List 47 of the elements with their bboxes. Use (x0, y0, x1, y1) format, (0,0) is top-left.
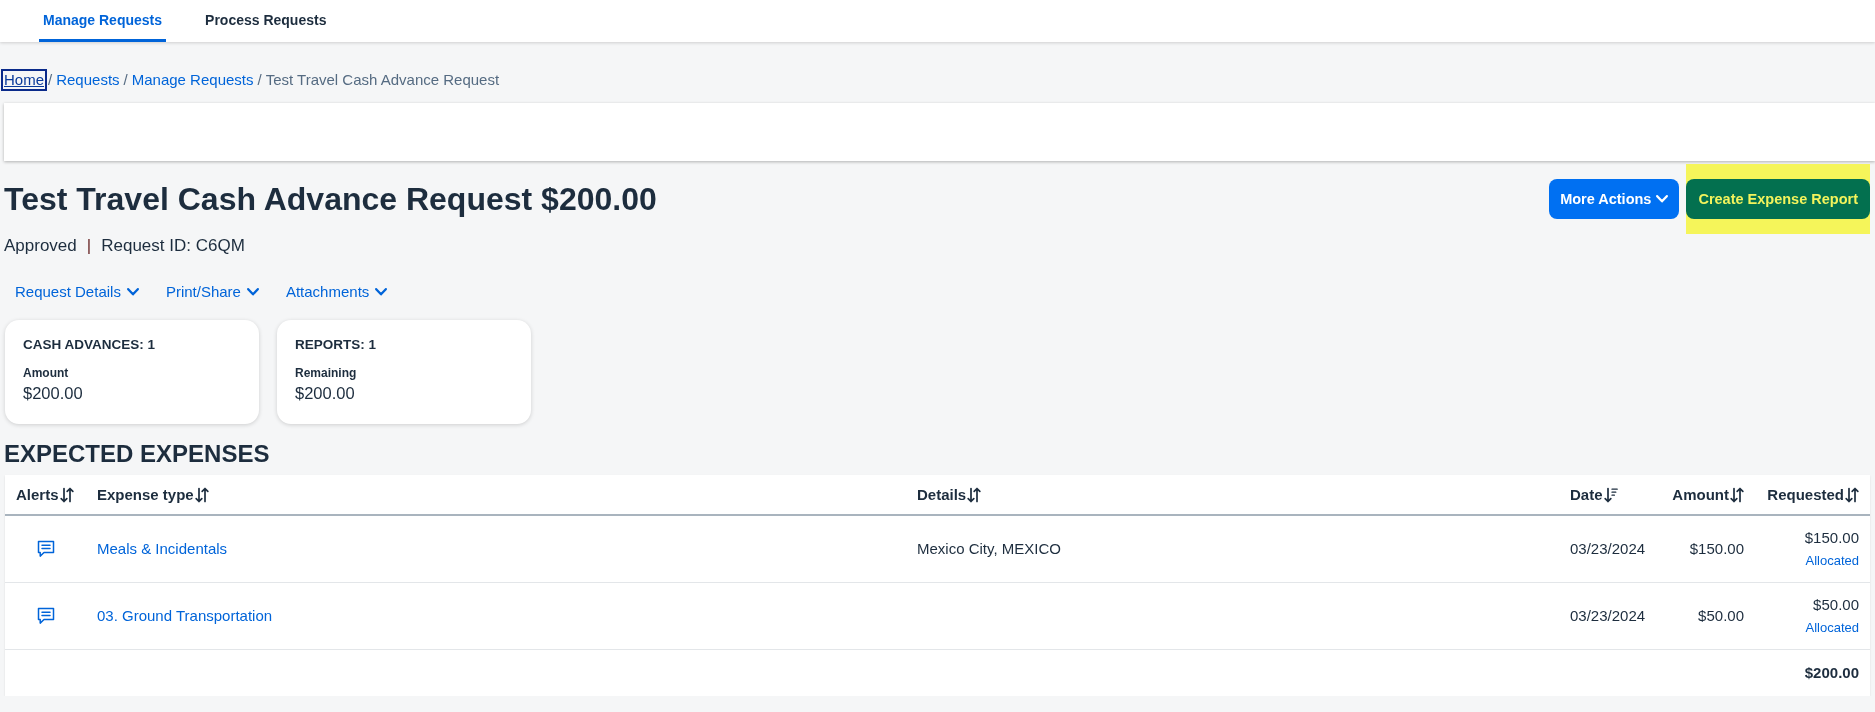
tab[interactable]: Process Requests (201, 0, 331, 42)
dropdown-link[interactable]: Request Details (15, 282, 139, 302)
chevron-down-icon (1656, 195, 1669, 203)
tab[interactable]: Manage Requests (39, 0, 167, 42)
card-title: REPORTS: 1 (295, 336, 376, 354)
breadcrumb-separator: / (47, 70, 54, 90)
breadcrumb-link[interactable]: Home (2, 70, 46, 90)
breadcrumb-separator: / (122, 70, 129, 90)
total-amount: $200.00 (1804, 663, 1859, 683)
table-cell: 03/23/2024 (1570, 539, 1646, 559)
table-cell: $50.00 (1698, 606, 1744, 626)
requested-amount: $50.00 (1813, 595, 1859, 615)
section-heading: EXPECTED EXPENSES (4, 440, 271, 468)
breadcrumb-link[interactable]: Manage Requests (129, 70, 256, 90)
column-header[interactable]: Requested (1767, 484, 1859, 505)
breadcrumb-current: Test Travel Cash Advance Request (264, 70, 501, 90)
table-cell: $150.00 (1689, 539, 1744, 559)
primary-action-button[interactable]: Create Expense Report (1686, 179, 1870, 219)
requested-amount: $150.00 (1804, 528, 1859, 548)
allocated-link[interactable]: Allocated (1805, 619, 1859, 637)
expense-type-link[interactable]: Meals & Incidentals (97, 539, 228, 559)
chevron-down-icon (375, 288, 388, 296)
card-value: $200.00 (23, 383, 83, 403)
column-header[interactable]: Details (917, 484, 982, 505)
page-title: Test Travel Cash Advance Request $200.00 (4, 180, 657, 219)
breadcrumb-separator: / (256, 70, 263, 90)
expense-type-link[interactable]: 03. Ground Transportation (97, 606, 273, 626)
card-value: $200.00 (295, 383, 355, 403)
column-header[interactable]: Expense type (97, 484, 209, 505)
status-text: Approved (4, 235, 77, 257)
separator: | (86, 235, 92, 257)
column-header[interactable]: Alerts (16, 484, 74, 505)
actions-menu-button[interactable]: More Actions (1549, 179, 1680, 219)
table-cell: 03/23/2024 (1570, 606, 1646, 626)
card-label: Amount (23, 366, 69, 380)
chevron-down-icon (126, 288, 139, 296)
card-title: CASH ADVANCES: 1 (23, 336, 155, 354)
chevron-down-icon (246, 288, 259, 296)
column-header[interactable]: Amount (1672, 484, 1744, 505)
breadcrumb-link[interactable]: Requests (54, 70, 122, 90)
dropdown-link[interactable]: Attachments (285, 282, 388, 302)
table-cell: Mexico City, MEXICO (917, 539, 1061, 559)
card-label: Remaining (295, 366, 357, 380)
request-id: Request ID: C6QM (101, 235, 245, 257)
dropdown-link[interactable]: Print/Share (165, 282, 259, 302)
allocated-link[interactable]: Allocated (1805, 552, 1859, 570)
column-header[interactable]: Date (1570, 484, 1618, 505)
